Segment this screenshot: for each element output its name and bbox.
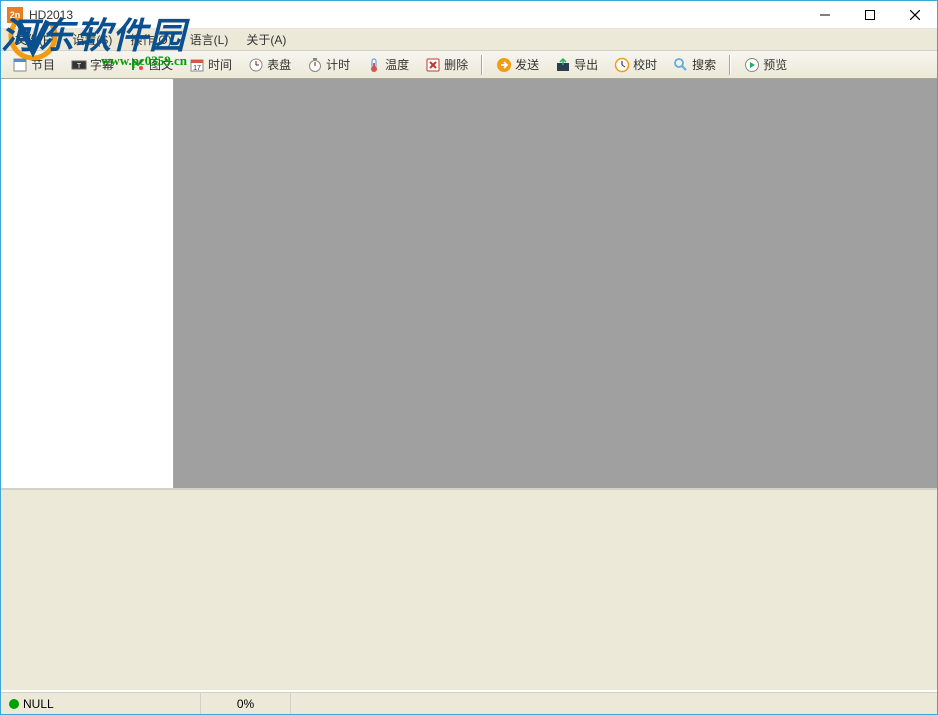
calendar-icon: 17 [189,57,205,73]
close-icon [910,10,920,20]
thermometer-icon [366,57,382,73]
toolbar-label: 导出 [574,56,598,73]
export-icon [555,57,571,73]
window-controls [802,1,937,29]
toolbar-separator [481,55,483,75]
toolbar-label: 表盘 [267,56,291,73]
window-title: HD2013 [29,8,73,22]
status-bar: NULL 0% [1,692,937,714]
clock-dial-icon [248,57,264,73]
toolbar-separator [729,55,731,75]
timer-button[interactable]: 计时 [300,54,357,76]
subtitle-button[interactable]: T 字幕 [64,54,121,76]
canvas-panel[interactable] [174,79,937,488]
export-button[interactable]: 导出 [548,54,605,76]
toolbar-label: 字幕 [90,56,114,73]
graphic-icon [130,57,146,73]
time-button[interactable]: 17 时间 [182,54,239,76]
menu-bar: 文件(F) 设置(S) 操作(O) 语言(L) 关于(A) [1,29,937,51]
toolbar-label: 发送 [515,56,539,73]
svg-text:T: T [77,63,82,70]
subtitle-icon: T [71,57,87,73]
title-bar: 2n HD2013 [1,1,937,29]
status-connection: NULL [1,693,201,714]
play-icon [744,57,760,73]
menu-operation[interactable]: 操作(O) [122,29,179,50]
search-button[interactable]: 搜索 [666,54,723,76]
status-connection-text: NULL [23,697,54,711]
program-button[interactable]: 节目 [5,54,62,76]
menu-settings[interactable]: 设置(S) [64,29,120,50]
toolbar-label: 图文 [149,56,173,73]
delete-button[interactable]: 删除 [418,54,475,76]
properties-panel [1,490,937,690]
main-area [1,79,937,490]
stopwatch-icon [307,57,323,73]
status-progress-text: 0% [237,697,254,711]
minimize-icon [820,10,830,20]
maximize-icon [865,10,875,20]
status-progress: 0% [201,693,291,714]
status-dot-icon [9,699,19,709]
maximize-button[interactable] [847,1,892,29]
graphic-button[interactable]: 图文 [123,54,180,76]
menu-language[interactable]: 语言(L) [182,29,237,50]
close-button[interactable] [892,1,937,29]
menu-about[interactable]: 关于(A) [238,29,294,50]
toolbar: 节目 T 字幕 图文 17 时间 表盘 计时 温度 删除 发送 导出 校时 [1,51,937,79]
app-icon: 2n [7,7,23,23]
toolbar-label: 删除 [444,56,468,73]
dial-button[interactable]: 表盘 [241,54,298,76]
program-icon [12,57,28,73]
tree-panel[interactable] [1,79,174,488]
delete-icon [425,57,441,73]
send-icon [496,57,512,73]
toolbar-label: 搜索 [692,56,716,73]
toolbar-label: 计时 [326,56,350,73]
svg-text:17: 17 [193,65,201,72]
toolbar-label: 节目 [31,56,55,73]
toolbar-label: 时间 [208,56,232,73]
toolbar-label: 校时 [633,56,657,73]
menu-file[interactable]: 文件(F) [7,29,62,50]
send-button[interactable]: 发送 [489,54,546,76]
search-icon [673,57,689,73]
calibrate-button[interactable]: 校时 [607,54,664,76]
clock-icon [614,57,630,73]
toolbar-label: 预览 [763,56,787,73]
minimize-button[interactable] [802,1,847,29]
toolbar-label: 温度 [385,56,409,73]
preview-button[interactable]: 预览 [737,54,794,76]
temperature-button[interactable]: 温度 [359,54,416,76]
